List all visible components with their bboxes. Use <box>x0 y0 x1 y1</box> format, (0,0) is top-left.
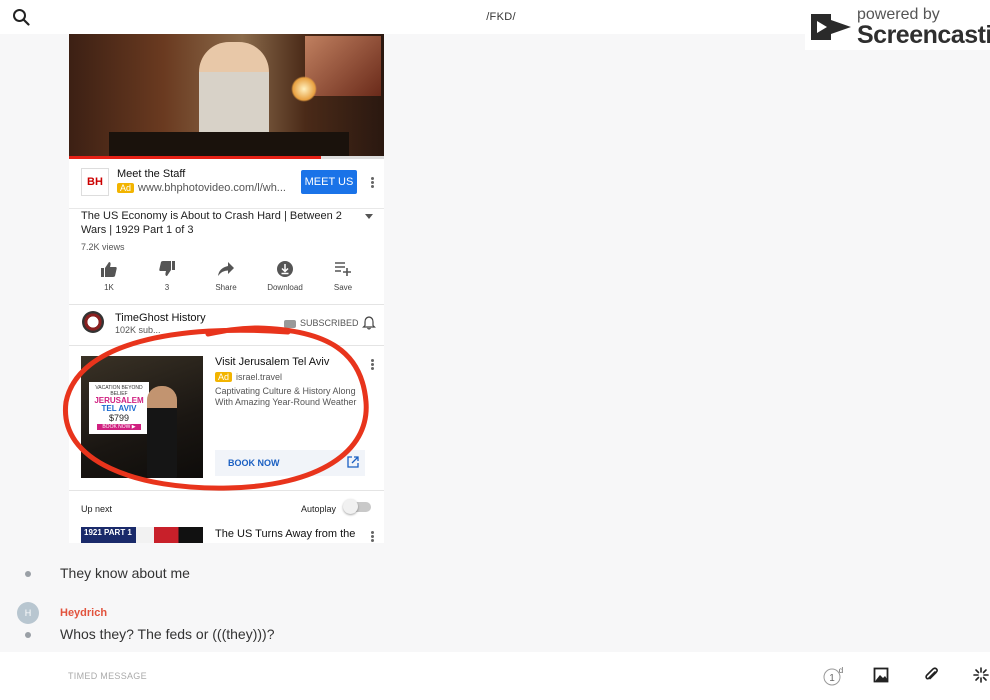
dislike-count: 3 <box>164 283 170 292</box>
next-video-title[interactable]: The US Turns Away from the <box>215 528 355 540</box>
video-desk <box>109 132 349 156</box>
download-icon <box>277 261 293 277</box>
video-progress-fill <box>69 156 321 159</box>
ad1-title: Meet the Staff <box>117 168 186 180</box>
timer-value: 1 <box>829 673 835 684</box>
chat-message: They know about me <box>60 565 190 581</box>
up-next-row: Up next Autoplay <box>69 491 384 514</box>
timer-icon[interactable]: 1 d <box>822 665 844 687</box>
expand-description-icon[interactable] <box>365 214 373 219</box>
ad-badge: Ad <box>117 183 135 193</box>
next-thumb-text: 1921 PART 1 <box>84 528 132 537</box>
paperclip-icon[interactable] <box>923 667 939 683</box>
like-button[interactable]: 1K <box>84 260 134 292</box>
meet-us-button[interactable]: MEET US <box>301 170 357 194</box>
view-count: 7.2K views <box>81 242 125 252</box>
share-label: Share <box>215 283 237 292</box>
playlist-add-icon <box>335 262 351 276</box>
video-lamp <box>291 76 317 102</box>
message-composer: 1 d <box>0 652 990 700</box>
next-video-thumbnail[interactable]: 1921 PART 1 <box>81 527 203 543</box>
action-bar: 1K 3 Share Download Save <box>69 260 384 304</box>
ad1-url: www.bhphotovideo.com/l/wh... <box>138 182 286 194</box>
message-input[interactable] <box>66 665 670 687</box>
save-label: Save <box>333 283 353 292</box>
message-bullet <box>25 571 31 577</box>
download-button[interactable]: Download <box>260 260 310 292</box>
message-author[interactable]: Heydrich <box>60 607 107 619</box>
watermark-line2: Screencastify <box>857 21 990 49</box>
chat-message: Whos they? The feds or (((they)))? <box>60 626 275 642</box>
up-next-label: Up next <box>81 504 113 514</box>
companion-ad[interactable]: BH Meet the Staff Ad www.bhphotovideo.com… <box>69 160 384 209</box>
like-count: 1K <box>104 283 114 292</box>
next-video-more-icon[interactable] <box>370 530 374 543</box>
bh-logo: BH <box>81 168 109 196</box>
message-bullet <box>25 632 31 638</box>
download-label: Download <box>267 283 303 292</box>
share-button[interactable]: Share <box>201 260 251 292</box>
video-progress-bar[interactable] <box>69 156 384 159</box>
autoplay-toggle-knob[interactable] <box>343 499 358 514</box>
video-player[interactable] <box>69 34 384 156</box>
ad1-url-line: Ad www.bhphotovideo.com/l/wh... <box>117 182 286 194</box>
ad1-more-icon[interactable] <box>370 176 374 190</box>
user-avatar[interactable]: H <box>17 602 39 624</box>
dislike-button[interactable]: 3 <box>142 260 192 292</box>
timer-unit: d <box>839 666 843 675</box>
share-icon <box>218 262 234 276</box>
video-title: The US Economy is About to Crash Hard | … <box>81 210 342 236</box>
image-icon[interactable] <box>873 667 889 683</box>
thumbs-up-icon <box>101 262 117 277</box>
screencastify-logo-icon <box>811 14 851 40</box>
screencastify-watermark: powered by Screencastify <box>805 4 990 50</box>
save-button[interactable]: Save <box>318 260 368 292</box>
red-annotation-circle <box>63 325 369 491</box>
thumbs-down-icon <box>159 261 175 276</box>
autoplay-label: Autoplay <box>301 504 337 514</box>
sparkle-icon[interactable] <box>973 667 989 683</box>
